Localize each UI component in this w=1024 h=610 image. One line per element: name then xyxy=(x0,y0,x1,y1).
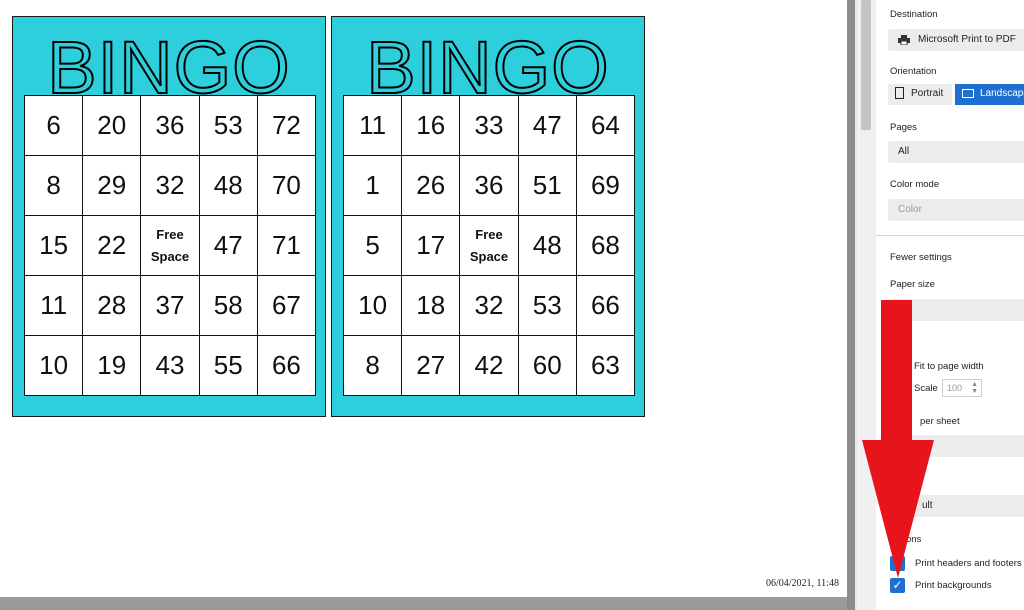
bingo-cell: 64 xyxy=(575,95,636,156)
bingo-cell: 67 xyxy=(256,275,317,336)
bingo-cell: 11 xyxy=(23,275,84,336)
bingo-card-title: BINGO xyxy=(365,26,610,109)
bingo-cell: 22 xyxy=(82,215,142,276)
paper-size-label: Paper size xyxy=(890,279,935,290)
spin-arrows-icon[interactable]: ▲ ▼ xyxy=(971,381,978,395)
bingo-cell: 53 xyxy=(198,95,258,156)
bingo-cell: 47 xyxy=(517,95,577,156)
bingo-cell: 15 xyxy=(23,215,84,276)
bingo-cell: 10 xyxy=(23,335,84,396)
bingo-cell: 43 xyxy=(140,335,200,396)
bingo-row: 10 18 32 53 66 xyxy=(342,275,636,336)
bingo-cell: 27 xyxy=(401,335,461,396)
free-space-cell: Free Space xyxy=(140,215,200,276)
bingo-row: 11 28 37 58 67 xyxy=(23,275,317,336)
pages-select[interactable]: All xyxy=(888,141,1024,163)
free-space-cell: Free Space xyxy=(459,215,519,276)
bingo-cell: 42 xyxy=(459,335,519,396)
bingo-cell: 36 xyxy=(459,155,519,216)
scrollbar-thumb[interactable] xyxy=(861,0,871,130)
bingo-cell: 11 xyxy=(342,95,403,156)
bingo-cell: 66 xyxy=(256,335,317,396)
bingo-cell: 26 xyxy=(401,155,461,216)
red-arrow-icon xyxy=(862,300,934,578)
bingo-row: 8 29 32 48 70 xyxy=(23,155,317,216)
bingo-grid: 11 16 33 47 64 1 26 36 51 69 5 17 Free Space 48 68 10 18 3… xyxy=(342,95,636,396)
destination-label: Destination xyxy=(890,9,938,20)
pages-label: Pages xyxy=(890,122,917,133)
pages-value: All xyxy=(898,146,910,157)
bingo-row: 11 16 33 47 64 xyxy=(342,95,636,156)
preview-border xyxy=(847,0,855,610)
fewer-settings-link[interactable]: Fewer settings xyxy=(890,252,952,263)
orientation-label: Orientation xyxy=(890,66,937,77)
bingo-cell: 33 xyxy=(459,95,519,156)
bingo-cell: 29 xyxy=(82,155,142,216)
destination-value: Microsoft Print to PDF xyxy=(918,34,1016,45)
bingo-cell: 8 xyxy=(23,155,84,216)
bingo-cell: 5 xyxy=(342,215,403,276)
bingo-row: 6 20 36 53 72 xyxy=(23,95,317,156)
bingo-cell: 47 xyxy=(198,215,258,276)
bingo-cell: 70 xyxy=(256,155,317,216)
settings-divider xyxy=(876,235,1024,236)
portrait-button[interactable]: Portrait xyxy=(888,84,952,105)
bingo-card-title: BINGO xyxy=(46,26,291,109)
preview-scroll-area xyxy=(0,597,847,610)
bingo-cell: 8 xyxy=(342,335,403,396)
scale-value: 100 xyxy=(947,383,963,393)
bingo-card: BINGO 6 20 36 53 72 8 29 32 48 70 15 22 Free Space 47 7… xyxy=(12,16,326,417)
print-timestamp: 06/04/2021, 11:48 xyxy=(766,578,839,589)
bingo-cell: 69 xyxy=(575,155,636,216)
destination-select[interactable]: Microsoft Print to PDF xyxy=(888,29,1024,51)
bingo-cell: 1 xyxy=(342,155,403,216)
print-backgrounds-checkbox[interactable]: ✓ xyxy=(890,578,905,593)
bingo-cell: 20 xyxy=(82,95,142,156)
landscape-button[interactable]: Landscape xyxy=(955,84,1024,105)
bingo-cell: 60 xyxy=(517,335,577,396)
bingo-cell: 28 xyxy=(82,275,142,336)
landscape-page-icon xyxy=(962,89,974,98)
bingo-cell: 71 xyxy=(256,215,317,276)
bingo-cell: 37 xyxy=(140,275,200,336)
color-mode-label: Color mode xyxy=(890,179,940,190)
bingo-row: 10 19 43 55 66 xyxy=(23,335,317,396)
landscape-label: Landscape xyxy=(980,88,1024,99)
bingo-row: 1 26 36 51 69 xyxy=(342,155,636,216)
bingo-card: BINGO 11 16 33 47 64 1 26 36 51 69 5 17 Free Space 48 6… xyxy=(331,16,645,417)
color-mode-value: Color xyxy=(898,204,922,215)
bingo-cell: 72 xyxy=(256,95,317,156)
bingo-cell: 6 xyxy=(23,95,84,156)
bingo-cell: 16 xyxy=(401,95,461,156)
print-backgrounds-label[interactable]: Print backgrounds xyxy=(915,580,992,591)
portrait-label: Portrait xyxy=(911,88,944,99)
scale-input[interactable]: 100 ▲ ▼ xyxy=(942,379,982,397)
bingo-cell: 36 xyxy=(140,95,200,156)
bingo-row: 15 22 Free Space 47 71 xyxy=(23,215,317,276)
bingo-cell: 48 xyxy=(198,155,258,216)
bingo-cell: 66 xyxy=(575,275,636,336)
bingo-cell: 55 xyxy=(198,335,258,396)
bingo-cell: 58 xyxy=(198,275,258,336)
portrait-page-icon xyxy=(895,87,904,99)
bingo-cell: 32 xyxy=(140,155,200,216)
bingo-cell: 48 xyxy=(517,215,577,276)
bingo-cell: 19 xyxy=(82,335,142,396)
print-preview-page: BINGO 6 20 36 53 72 8 29 32 48 70 15 22 Free Space 47 7… xyxy=(0,0,847,597)
bingo-row: 5 17 Free Space 48 68 xyxy=(342,215,636,276)
color-mode-select[interactable]: Color xyxy=(888,199,1024,221)
bingo-cell: 10 xyxy=(342,275,403,336)
printer-icon xyxy=(898,35,910,45)
bingo-cell: 53 xyxy=(517,275,577,336)
bingo-grid: 6 20 36 53 72 8 29 32 48 70 15 22 Free Space 47 71 11 28 3… xyxy=(23,95,317,396)
bingo-cell: 17 xyxy=(401,215,461,276)
bingo-row: 8 27 42 60 63 xyxy=(342,335,636,396)
bingo-cell: 68 xyxy=(575,215,636,276)
bingo-cell: 51 xyxy=(517,155,577,216)
bingo-cell: 18 xyxy=(401,275,461,336)
bingo-cell: 63 xyxy=(575,335,636,396)
bingo-cell: 32 xyxy=(459,275,519,336)
